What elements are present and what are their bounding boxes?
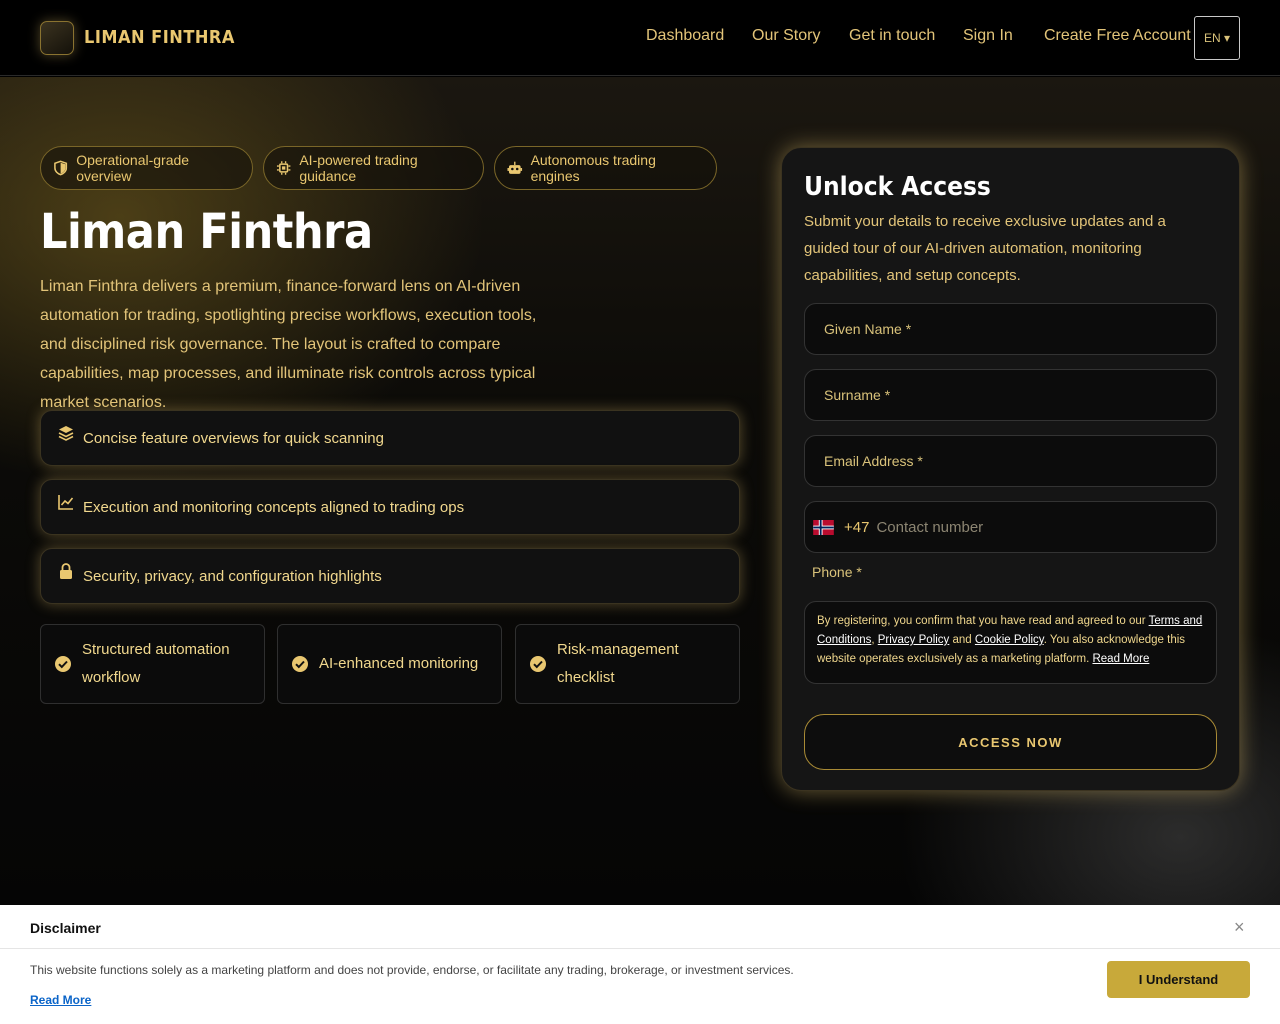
logo-icon[interactable] [40, 21, 74, 55]
form-title: Unlock Access [804, 172, 991, 202]
disclaimer-divider [0, 948, 1280, 949]
feature-label: Security, privacy, and configuration hig… [83, 567, 382, 585]
layers-icon [58, 426, 74, 441]
hero-lead: Liman Finthra delivers a premium, financ… [40, 278, 537, 411]
chip-icon [276, 161, 291, 175]
brand-name[interactable]: LIMAN FINTHRA [84, 27, 235, 48]
line-chart-icon [58, 495, 74, 510]
form-subtitle: Submit your details to receive exclusive… [804, 213, 1166, 284]
nav-create-account[interactable]: Create Free Account [1044, 27, 1191, 45]
norway-flag-icon[interactable] [813, 519, 834, 535]
disclaimer-banner: Disclaimer × This website functions sole… [0, 905, 1280, 1024]
feature-execution: Execution and monitoring concepts aligne… [40, 479, 740, 535]
check-risk: Risk-management checklist [515, 624, 740, 704]
check-automation: Structured automation workflow [40, 624, 265, 704]
surname-input[interactable]: Surname * [804, 369, 1217, 421]
check-label: AI-enhanced monitoring [319, 655, 479, 672]
field-placeholder: Given Name * [824, 321, 912, 337]
check-circle-icon [530, 656, 546, 672]
check-label: Structured automation workflow [82, 641, 230, 686]
privacy-link[interactable]: Privacy Policy [878, 634, 950, 646]
terms-notice: By registering, you confirm that you hav… [804, 601, 1217, 684]
email-input[interactable]: Email Address * [804, 435, 1217, 487]
nav-sign-in[interactable]: Sign In [963, 27, 1013, 45]
pill-label: AI-powered trading guidance [299, 152, 418, 184]
access-now-button[interactable]: ACCESS NOW [804, 714, 1217, 770]
terms-and: and [949, 634, 975, 646]
check-circle-icon [55, 656, 71, 672]
feature-label: Concise feature overviews for quick scan… [83, 429, 384, 447]
check-circle-icon [292, 656, 308, 672]
phone-placeholder: Contact number [876, 518, 984, 536]
phone-label: Phone * [812, 564, 862, 580]
nav-get-in-touch[interactable]: Get in touch [849, 27, 935, 45]
nav-our-story[interactable]: Our Story [752, 27, 820, 45]
disclaimer-title: Disclaimer [30, 920, 101, 936]
understand-button[interactable]: I Understand [1107, 961, 1250, 998]
field-placeholder: Email Address * [824, 453, 923, 469]
check-label: Risk-management checklist [557, 641, 679, 686]
pill-autonomous: Autonomous trading engines [494, 146, 717, 190]
hero-title: Liman Finthra [40, 204, 373, 260]
nav-dashboard[interactable]: Dashboard [646, 27, 724, 45]
disclaimer-text: This website functions solely as a marke… [30, 963, 794, 977]
terms-prefix: By registering, you confirm that you hav… [817, 615, 1149, 627]
phone-input[interactable]: +47 Contact number [804, 501, 1217, 553]
terms-read-more-link[interactable]: Read More [1092, 653, 1149, 665]
check-monitoring: AI-enhanced monitoring [277, 624, 502, 704]
disclaimer-read-more-link[interactable]: Read More [30, 993, 91, 1007]
feature-overviews: Concise feature overviews for quick scan… [40, 410, 740, 466]
feature-label: Execution and monitoring concepts aligne… [83, 498, 465, 516]
signup-card: Unlock Access Submit your details to rec… [781, 147, 1240, 791]
close-icon[interactable]: × [1234, 917, 1245, 938]
pill-operational: Operational-grade overview [40, 146, 253, 190]
shield-icon [54, 160, 68, 176]
cookie-link[interactable]: Cookie Policy [975, 634, 1044, 646]
feature-security: Security, privacy, and configuration hig… [40, 548, 740, 604]
site-header: LIMAN FINTHRA Dashboard Our Story Get in… [0, 0, 1280, 76]
pill-ai-guidance: AI-powered trading guidance [263, 146, 484, 190]
language-selector[interactable]: EN ▾ [1194, 16, 1240, 60]
lock-icon [60, 563, 72, 579]
pill-label: Operational-grade overview [76, 152, 190, 184]
dial-code: +47 [844, 518, 870, 536]
field-placeholder: Surname * [824, 387, 891, 403]
robot-icon [507, 161, 523, 174]
pill-label: Autonomous trading engines [530, 152, 656, 184]
given-name-input[interactable]: Given Name * [804, 303, 1217, 355]
